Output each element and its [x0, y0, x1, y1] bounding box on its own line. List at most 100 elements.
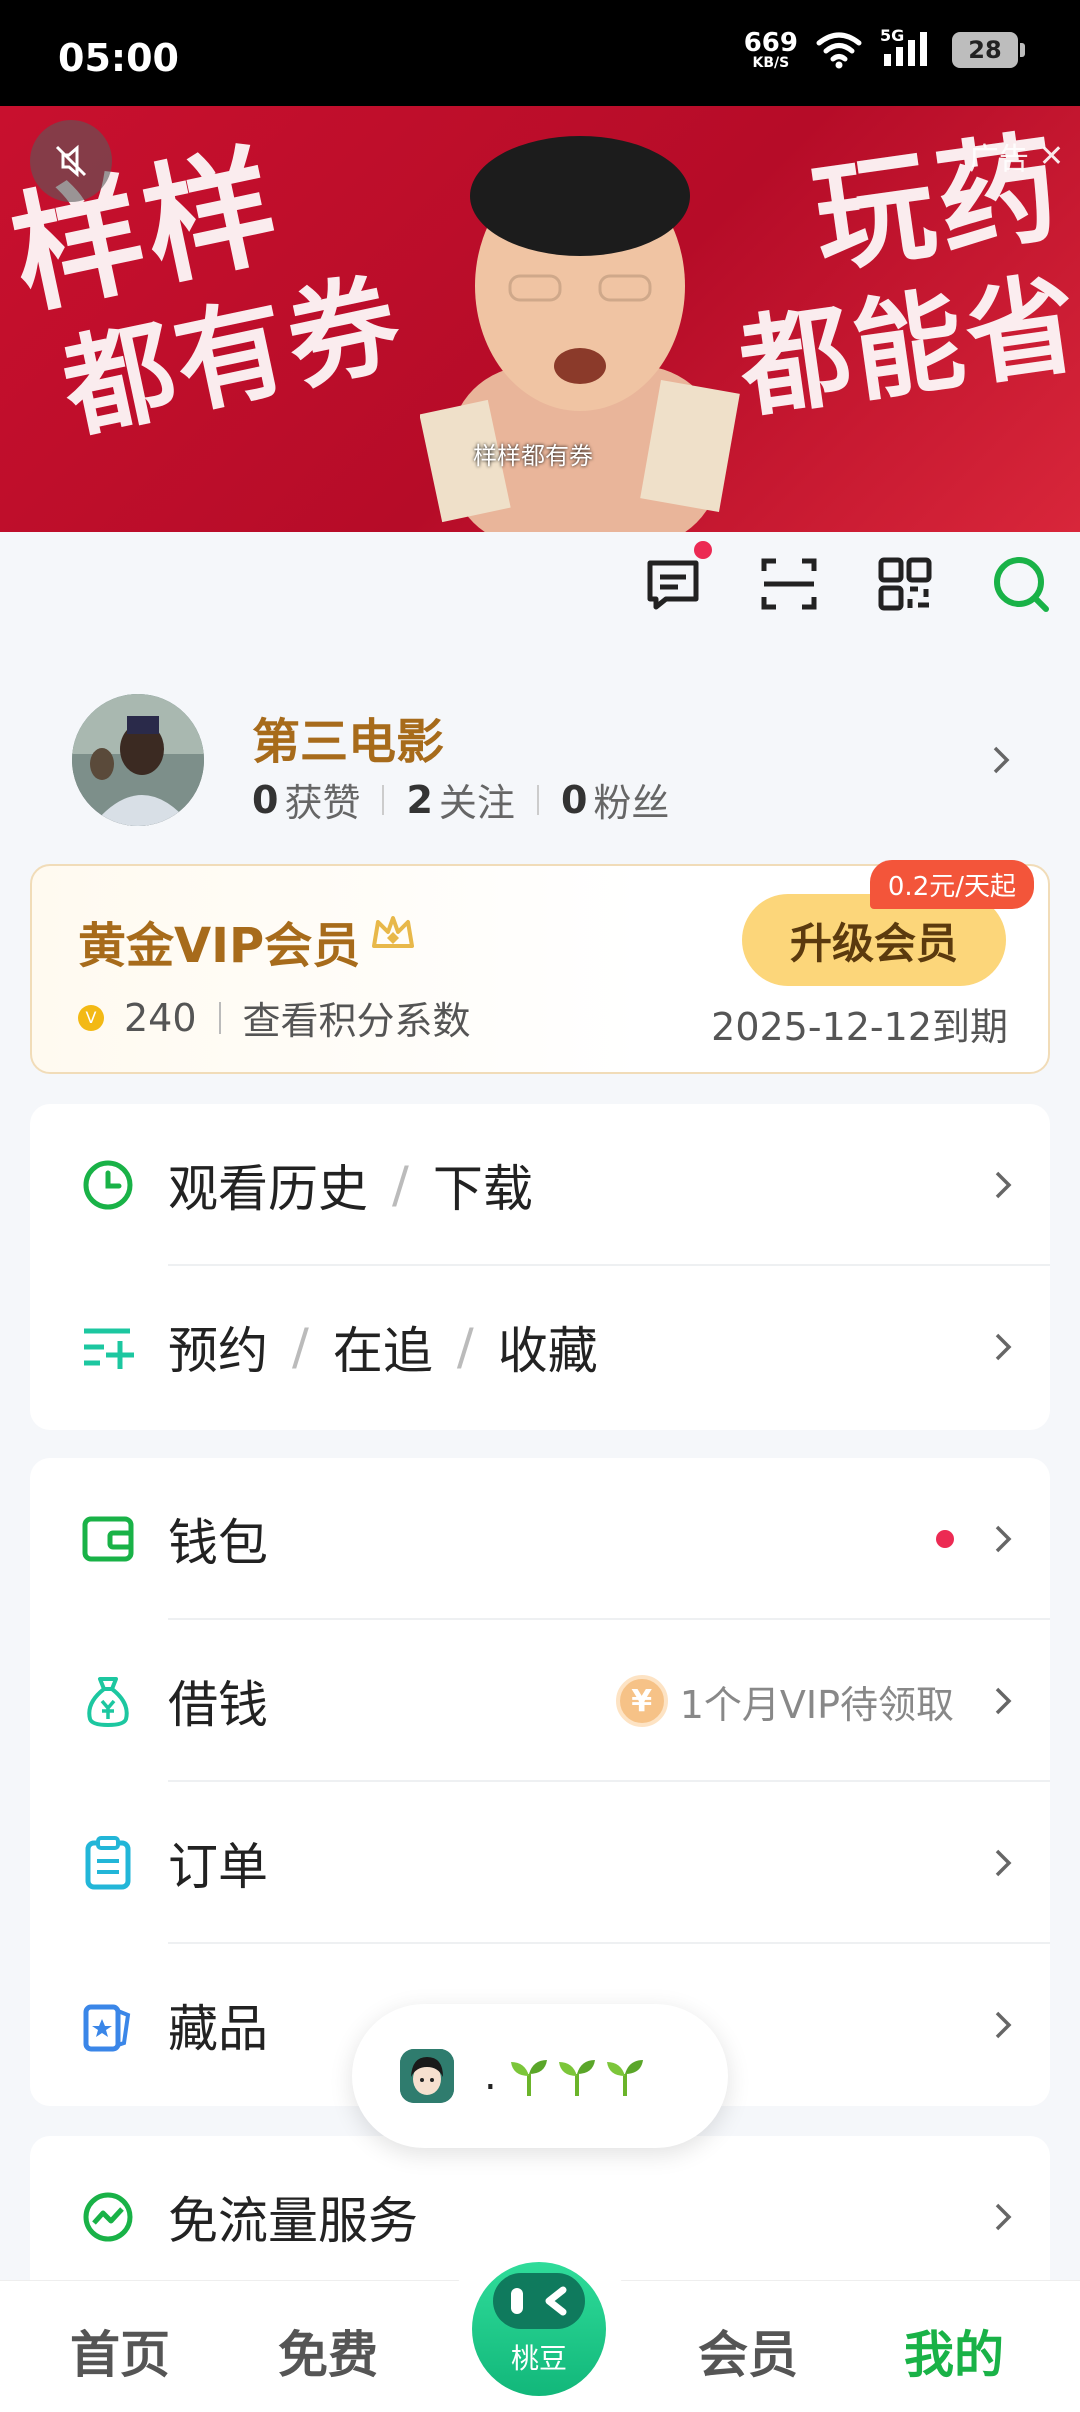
menu-label-wallet: 钱包	[168, 1514, 268, 1572]
price-badge: 0.2元/天起	[869, 860, 1034, 909]
likes-label: 获赞	[284, 781, 361, 825]
menu-label-collect: 收藏	[497, 1322, 598, 1380]
unread-dot	[694, 541, 712, 559]
status-icons: 669 KB/S 5G 28	[744, 26, 1025, 70]
tab-vip[interactable]: 会员	[698, 2315, 798, 2387]
status-bar: 05:00 669 KB/S 5G 28	[0, 0, 1080, 106]
menu-item-history[interactable]: 观看历史 / 下载	[30, 1104, 1050, 1266]
message-button[interactable]	[644, 541, 712, 613]
loan-promo-text: 1个月VIP待领取	[679, 1682, 954, 1727]
tab-home[interactable]: 首页	[70, 2315, 170, 2387]
vip-points: V 240 查看积分系数	[78, 990, 471, 1045]
menu-label-history: 观看历史	[168, 1160, 368, 1218]
sprout-icons: .	[484, 2053, 647, 2099]
fans-count: 0	[560, 777, 588, 822]
data-saver-icon	[83, 2192, 133, 2242]
menu-item-wallet[interactable]: 钱包	[30, 1458, 1050, 1620]
qr-code-button[interactable]	[876, 555, 934, 613]
chevron-right-icon	[993, 746, 1010, 774]
profile-header[interactable]: 第三电影 0 获赞 2 关注 0 粉丝	[72, 694, 1012, 826]
banner-text: 都能省	[732, 258, 1080, 434]
slash-separator: /	[292, 1318, 309, 1376]
close-icon: ✕	[1038, 138, 1064, 174]
battery-icon: 28	[952, 32, 1025, 68]
tab-mine[interactable]: 我的	[904, 2315, 1004, 2387]
likes-count: 0	[252, 777, 279, 822]
qr-code-icon	[878, 557, 932, 611]
menu-label-download: 下载	[432, 1160, 533, 1218]
menu-label-following: 在追	[332, 1322, 433, 1380]
yuan-coin-icon: ¥	[615, 1675, 668, 1727]
profile-stats: 0 获赞 2 关注 0 粉丝	[252, 772, 669, 827]
sprout-icon	[510, 2060, 547, 2096]
mute-icon	[55, 144, 87, 178]
ad-person-image	[420, 136, 740, 532]
scan-icon	[761, 558, 817, 610]
vip-expire: 2025-12-12到期	[711, 1005, 1008, 1049]
divider	[382, 784, 385, 815]
divider	[536, 784, 539, 815]
ad-label: 广告	[968, 142, 1029, 177]
points-value: 240	[124, 995, 197, 1040]
points-link[interactable]: 查看积分系数	[243, 990, 471, 1045]
search-button[interactable]	[992, 555, 1050, 613]
menu-label-loan: 借钱	[168, 1676, 268, 1734]
divider	[218, 1001, 221, 1034]
ad-banner[interactable]: 样样 都有券 玩药 都能省 广告 ✕ 样样都有券	[0, 106, 1080, 532]
scan-button[interactable]	[760, 555, 818, 613]
vip-title: 黄金VIP会员	[78, 918, 361, 974]
username: 第三电影	[252, 714, 445, 770]
dot-text: .	[484, 2053, 497, 2099]
slash-separator: /	[392, 1156, 409, 1214]
crown-icon	[372, 916, 414, 948]
vip-card[interactable]: 黄金VIP会员 V 240 查看积分系数 升级会员 0.2元/天起 2025-1…	[30, 860, 1050, 1074]
tab-taodou[interactable]: 桃豆	[472, 2262, 606, 2396]
avatar-image	[72, 694, 204, 826]
cell-signal-icon: 5G	[880, 26, 934, 70]
tab-free[interactable]: 免费	[278, 2315, 378, 2387]
menu-item-orders[interactable]: 订单	[30, 1782, 1050, 1944]
slash-separator: /	[456, 1318, 474, 1376]
list-add-icon	[84, 1328, 134, 1369]
menu-item-loan[interactable]: 借钱 ¥ 1个月VIP待领取	[30, 1620, 1050, 1782]
sprout-icon	[558, 2060, 595, 2096]
wifi-icon	[816, 32, 862, 69]
net-speed-value: 669	[743, 28, 798, 58]
following-count: 2	[406, 777, 433, 822]
taodou-icon	[493, 2273, 585, 2329]
loan-promo: ¥ 1个月VIP待领取	[615, 1674, 954, 1729]
chevron-right-icon	[995, 1171, 1012, 1199]
search-icon	[994, 557, 1049, 612]
floating-pet-widget[interactable]: .	[352, 2004, 728, 2148]
wallet-icon	[82, 1516, 134, 1562]
collectible-card-icon	[83, 2004, 131, 2052]
chevron-right-icon	[995, 1687, 1012, 1715]
top-toolbar	[644, 541, 1050, 613]
menu-card-media: 观看历史 / 下载 预约 / 在追 / 收藏	[30, 1104, 1050, 1430]
menu-label-collectibles: 藏品	[168, 2000, 268, 2058]
message-icon	[647, 560, 699, 610]
mute-button[interactable]	[30, 120, 112, 202]
chevron-right-icon	[995, 1525, 1012, 1553]
menu-label-free-data: 免流量服务	[168, 2192, 418, 2250]
taodou-label: 桃豆	[510, 2342, 567, 2375]
money-bag-icon	[87, 1677, 129, 1728]
clock-icon	[83, 1160, 133, 1210]
net-speed: 669 KB/S	[744, 30, 798, 70]
clock: 05:00	[58, 36, 179, 80]
net-speed-unit: KB/S	[752, 55, 790, 71]
clipboard-icon	[85, 1836, 131, 1890]
menu-label-orders: 订单	[168, 1838, 268, 1896]
following-label: 关注	[438, 781, 515, 825]
chevron-right-icon	[995, 2203, 1012, 2231]
coin-icon: V	[78, 1004, 104, 1031]
menu-item-favorites[interactable]: 预约 / 在追 / 收藏	[30, 1266, 1050, 1428]
menu-label-reserve: 预约	[168, 1322, 268, 1380]
chevron-right-icon	[995, 1849, 1012, 1877]
chevron-right-icon	[995, 1333, 1012, 1361]
ad-subtitle: 样样都有券	[473, 442, 593, 470]
sprout-icon	[606, 2060, 643, 2096]
avatar[interactable]	[72, 694, 204, 826]
ad-close-button[interactable]: 广告 ✕	[969, 134, 1064, 178]
unread-dot	[936, 1530, 954, 1548]
